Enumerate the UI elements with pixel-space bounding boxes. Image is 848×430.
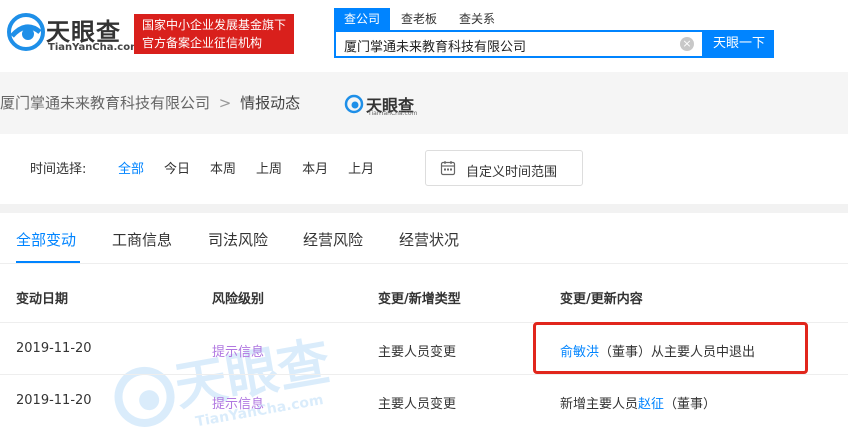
person-link[interactable]: 赵征 [638, 397, 664, 412]
table-row: 2019-11-20 提示信息 主要人员变更 新增主要人员赵征（董事） [0, 374, 848, 427]
time-filter-options: 全部 今日 本周 上周 本月 上月 [118, 158, 394, 177]
tab-search-boss[interactable]: 查老板 [390, 8, 448, 30]
highlight-box [533, 322, 808, 374]
breadcrumb-current: 情报动态 [240, 94, 301, 112]
category-tabs: 全部变动 工商信息 司法风险 经营风险 经营状况 [0, 213, 848, 264]
calendar-icon [440, 161, 456, 176]
close-circle-icon[interactable]: × [680, 37, 694, 51]
row-change-content: 新增主要人员赵征（董事） [560, 393, 716, 412]
search-button[interactable]: 天眼一下 [704, 30, 774, 58]
tab-judicial-risk[interactable]: 司法风险 [208, 229, 268, 250]
top-header: 天眼查 TianYanCha.com 国家中小企业发展基金旗下 官方备案企业征信… [0, 0, 848, 72]
tab-operation-risk[interactable]: 经营风险 [303, 229, 363, 250]
row-change-type: 主要人员变更 [378, 397, 457, 412]
row-content-text: （董事） [664, 397, 717, 412]
column-header-risk: 风险级别 [212, 292, 265, 307]
time-option-last-week[interactable]: 上周 [256, 158, 282, 177]
row-date: 2019-11-20 [16, 393, 92, 408]
row-content-prefix: 新增主要人员 [560, 397, 639, 412]
active-tab-underline [16, 261, 80, 263]
eye-logo-icon [7, 13, 45, 51]
breadcrumb-company-link[interactable]: 厦门掌通未来教育科技有限公司 [0, 94, 210, 112]
search-type-tabs: 查公司 查老板 查关系 [334, 8, 506, 30]
tab-business-info[interactable]: 工商信息 [112, 229, 172, 250]
time-option-last-month[interactable]: 上月 [348, 158, 374, 177]
logo-subtitle: TianYanCha.com [48, 42, 141, 53]
custom-range-label: 自定义时间范围 [466, 165, 558, 180]
row-risk-level: 提示信息 [212, 345, 265, 360]
search-input[interactable]: 厦门掌通未来教育科技有限公司 × [334, 30, 704, 58]
breadcrumb: 厦门掌通未来教育科技有限公司 > 情报动态 [0, 92, 300, 113]
custom-range-button[interactable]: 自定义时间范围 [425, 150, 583, 186]
breadcrumb-bar: 厦门掌通未来教育科技有限公司 > 情报动态 天眼查 TianYanCha.com [0, 72, 848, 134]
tab-operation-status[interactable]: 经营状况 [399, 229, 459, 250]
tab-search-company[interactable]: 查公司 [334, 8, 391, 30]
column-header-type: 变更/新增类型 [378, 292, 461, 307]
breadcrumb-separator: > [218, 94, 232, 112]
tab-all-changes[interactable]: 全部变动 [16, 229, 76, 250]
eye-logo-icon [344, 94, 364, 114]
search-input-value: 厦门掌通未来教育科技有限公司 [344, 40, 527, 55]
column-header-date: 变动日期 [16, 292, 69, 307]
time-option-this-week[interactable]: 本周 [210, 158, 236, 177]
time-option-this-month[interactable]: 本月 [302, 158, 328, 177]
table-header: 变动日期 风险级别 变更/新增类型 变更/更新内容 [0, 272, 848, 322]
tab-search-relation[interactable]: 查关系 [448, 8, 506, 30]
time-filter-label: 时间选择: [30, 162, 87, 177]
mini-logo-subtitle: TianYanCha.com [368, 110, 418, 117]
column-header-content: 变更/更新内容 [560, 292, 643, 307]
section-divider [0, 204, 848, 213]
promo-line-2: 官方备案企业征信机构 [142, 36, 263, 50]
row-change-type: 主要人员变更 [378, 345, 457, 360]
tianyancha-logo[interactable]: 天眼查 TianYanCha.com [6, 10, 141, 56]
time-filter-bar: 时间选择: 全部 今日 本周 上周 本月 上月 自定义时间范围 [0, 134, 848, 204]
time-option-today[interactable]: 今日 [164, 158, 190, 177]
row-date: 2019-11-20 [16, 341, 92, 356]
row-risk-level: 提示信息 [212, 397, 265, 412]
time-option-all[interactable]: 全部 [118, 158, 144, 177]
promo-banner[interactable]: 国家中小企业发展基金旗下 官方备案企业征信机构 [134, 14, 294, 54]
promo-line-1: 国家中小企业发展基金旗下 [142, 18, 287, 32]
mini-logo: 天眼查 TianYanCha.com [344, 92, 434, 118]
